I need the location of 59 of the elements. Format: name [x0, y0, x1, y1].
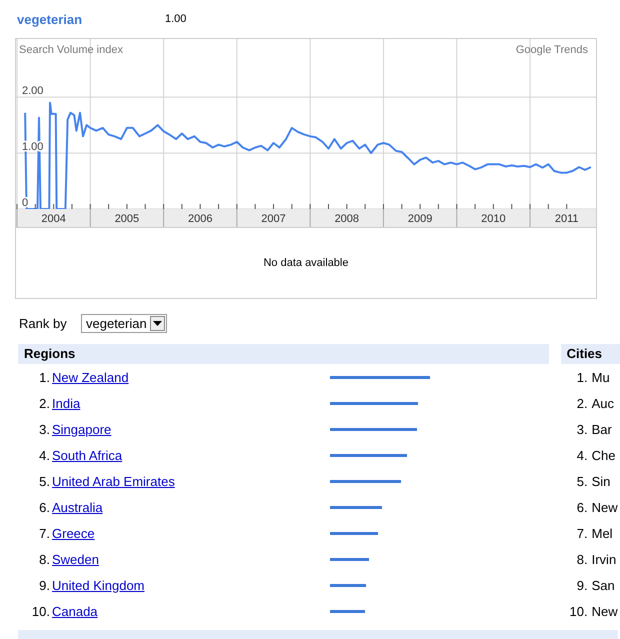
region-link[interactable]: Australia [52, 500, 330, 514]
x-tick-label: 2005 [114, 213, 140, 225]
region-link[interactable]: Greece [52, 526, 330, 540]
rank-number: 5. [576, 474, 589, 488]
rank-number: 8. [38, 552, 51, 566]
city-name: Mu [592, 370, 610, 384]
rank-number: 9. [38, 578, 51, 592]
cities-header: Cities [560, 344, 620, 364]
rank-number: 6. [576, 500, 589, 514]
region-link[interactable]: New Zealand [52, 370, 330, 384]
city-name: New [592, 500, 618, 514]
rank-number: 2. [38, 396, 51, 410]
x-tick-label: 2004 [41, 213, 66, 225]
region-link[interactable]: United Arab Emirates [52, 474, 330, 488]
rank-number: 10. [568, 604, 589, 618]
region-link[interactable]: Canada [52, 604, 330, 618]
rank-number: 1. [576, 370, 589, 384]
x-tick-label: 2007 [261, 213, 286, 225]
x-tick-label: 2006 [188, 213, 212, 225]
average-value: 1.00 [165, 13, 186, 25]
city-name: Che [592, 448, 616, 462]
chart-source-label: Google Trends [516, 44, 588, 56]
rank-number: 7. [38, 526, 51, 540]
rank-number: 4. [576, 448, 589, 462]
city-name: Irvin [592, 552, 616, 566]
rank-number: 7. [576, 526, 589, 540]
rank-by-dropdown[interactable]: vegeterian [81, 314, 167, 332]
x-tick-label: 2011 [554, 213, 578, 225]
rank-by-label: Rank by [19, 316, 68, 330]
region-link[interactable]: South Africa [52, 448, 330, 462]
region-link[interactable]: Sweden [52, 552, 330, 566]
y-axis-title: Search Volume index [19, 44, 123, 56]
rank-number: 2. [576, 396, 589, 410]
rank-number: 9. [576, 578, 589, 592]
city-name: San [592, 578, 615, 592]
region-link[interactable]: United Kingdom [52, 578, 330, 592]
x-tick-label: 2010 [481, 213, 506, 225]
y-tick-label: 2.00 [22, 85, 44, 98]
no-data-message: No data available [263, 257, 348, 269]
city-name: Bar [592, 422, 612, 436]
region-link[interactable]: India [52, 396, 330, 410]
rank-number: 6. [38, 500, 51, 514]
x-tick-label: 2009 [408, 213, 432, 225]
rank-number: 3. [576, 422, 589, 436]
x-tick-label: 2008 [334, 213, 360, 225]
search-term-label: vegeterian [17, 12, 84, 26]
region-link[interactable]: Singapore [52, 422, 330, 436]
city-name: Sin [592, 474, 610, 488]
regions-header: Regions [18, 344, 549, 364]
city-name: New [592, 604, 618, 618]
rank-number: 10. [30, 604, 51, 618]
city-name: Mel [592, 526, 613, 540]
rank-number: 5. [38, 474, 51, 488]
rank-number: 8. [576, 552, 589, 566]
city-name: Auc [592, 396, 614, 410]
rank-number: 3. [38, 422, 51, 436]
rank-number: 4. [38, 448, 51, 462]
rank-number: 1. [38, 370, 51, 384]
caret-icon [150, 316, 165, 330]
